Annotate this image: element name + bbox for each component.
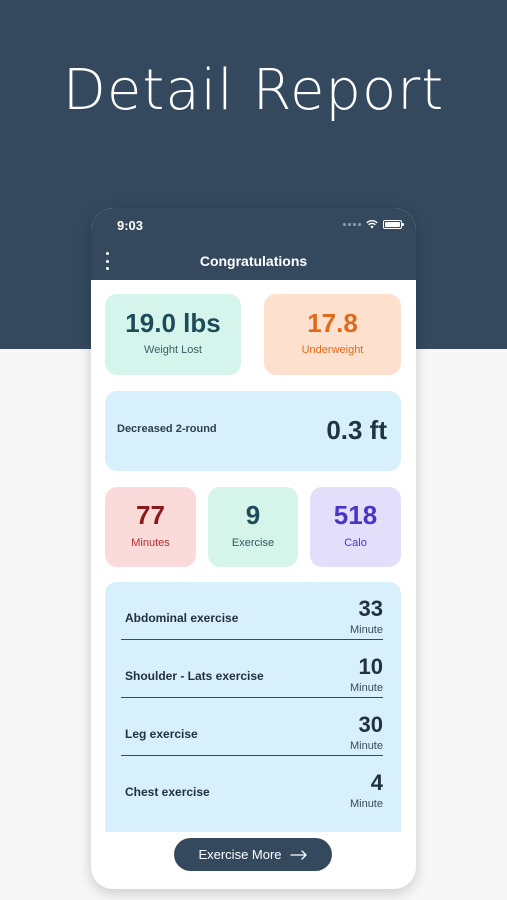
minutes-card: 77 Minutes [105, 487, 196, 567]
exercise-name: Leg exercise [125, 727, 198, 741]
page-title: Detail Report [62, 58, 445, 123]
exercise-unit: Minute [349, 682, 383, 694]
exercise-count-label: Exercise [231, 537, 275, 549]
exercise-minutes: 10 [358, 654, 383, 679]
exercise-more-button[interactable]: Exercise More [174, 838, 332, 871]
decrease-label: Decreased 2-round [117, 423, 217, 435]
status-time: 9:03 [117, 218, 144, 233]
weight-lost-label: Weight Lost [144, 344, 202, 356]
decrease-value: 0.3 ft [326, 415, 387, 445]
bmi-value: 17.8 [307, 308, 358, 338]
exercise-row-shoulder[interactable]: Shoulder - Lats exercise 10 Minute [121, 640, 383, 698]
exercise-list: Abdominal exercise 33 Minute Shoulder - … [105, 582, 401, 832]
exercise-row-chest[interactable]: Chest exercise 4 Minute [121, 756, 383, 814]
exercise-unit: Minute [349, 740, 383, 752]
exercise-count-value: 9 [245, 500, 261, 530]
exercise-row-leg[interactable]: Leg exercise 30 Minute [121, 698, 383, 756]
exercise-minutes: 4 [370, 770, 383, 795]
exercise-unit: Minute [349, 798, 383, 810]
header-title: Congratulations [199, 253, 308, 269]
exercise-unit: Minute [349, 624, 383, 636]
battery-icon [383, 219, 404, 229]
calories-label: Calo [344, 537, 367, 549]
phone-frame: 9:03 Congratulations 19.0 lbs Weight Los… [91, 208, 416, 889]
status-icons [343, 219, 404, 229]
arrow-right-icon [289, 849, 307, 860]
minutes-value: 77 [136, 500, 165, 530]
exercise-count-card: 9 Exercise [208, 487, 298, 567]
exercise-name: Shoulder - Lats exercise [125, 669, 264, 683]
decrease-card: Decreased 2-round 0.3 ft [105, 391, 401, 471]
exercise-minutes: 33 [358, 596, 383, 621]
app-header: 9:03 Congratulations [91, 208, 416, 280]
exercise-more-label: Exercise More [198, 847, 282, 862]
signal-icon [343, 222, 361, 226]
weight-lost-card: 19.0 lbs Weight Lost [105, 294, 241, 375]
exercise-name: Abdominal exercise [125, 611, 239, 625]
bmi-card: 17.8 Underweight [264, 294, 401, 375]
exercise-row-abdominal[interactable]: Abdominal exercise 33 Minute [121, 582, 383, 640]
calories-value: 518 [333, 500, 378, 530]
exercise-minutes: 30 [358, 712, 383, 737]
exercise-name: Chest exercise [125, 785, 210, 799]
bmi-label: Underweight [301, 344, 364, 356]
weight-lost-value: 19.0 lbs [125, 308, 221, 338]
minutes-label: Minutes [131, 537, 170, 549]
wifi-icon [366, 220, 378, 229]
calories-card: 518 Calo [310, 487, 401, 567]
